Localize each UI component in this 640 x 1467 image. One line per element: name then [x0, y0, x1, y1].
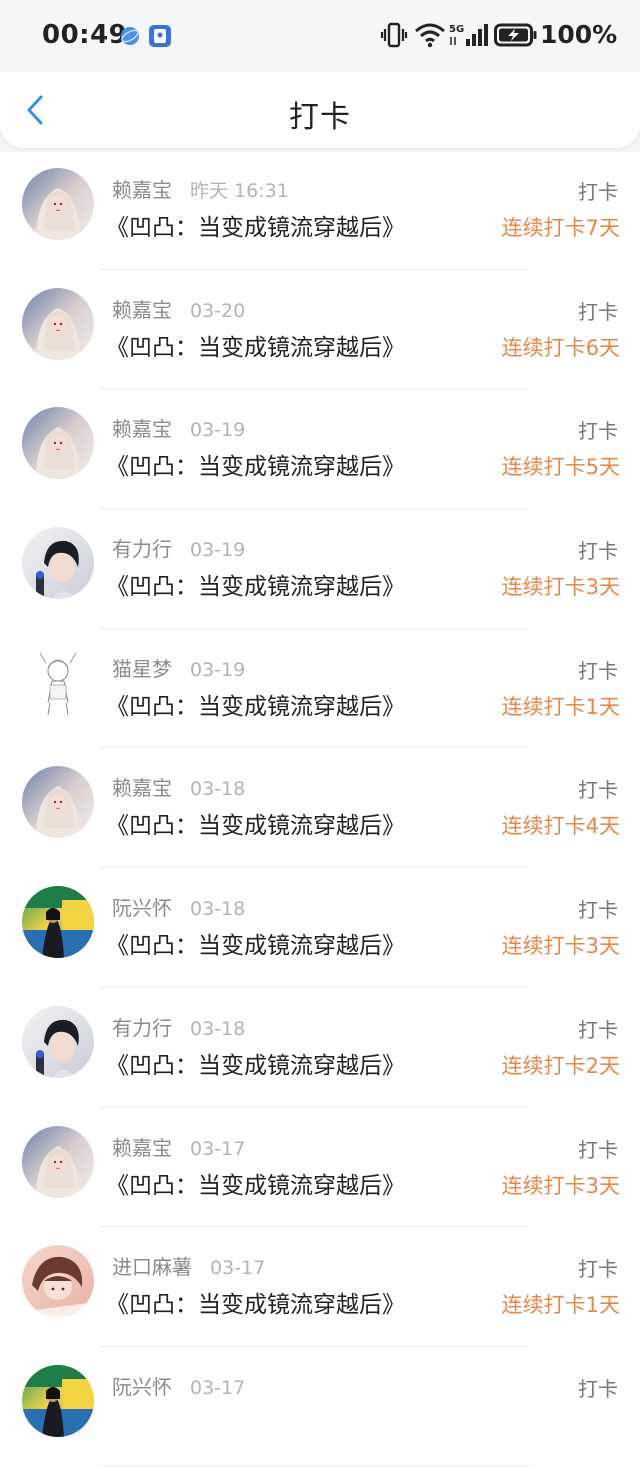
avatar[interactable]	[22, 766, 94, 839]
checkin-list-item[interactable]: 赖嘉宝 03-18 《凹凸：当变成镜流穿越后》 打卡 连续打卡4天	[0, 748, 640, 869]
book-title[interactable]: 《凹凸：当变成镜流穿越后》	[106, 1166, 405, 1200]
checkin-list-item[interactable]: 有力行 03-19 《凹凸：当变成镜流穿越后》 打卡 连续打卡3天	[0, 509, 640, 629]
user-name: 有力行 03-18	[112, 1012, 245, 1041]
avatar[interactable]	[22, 1364, 94, 1437]
user-name-text: 进口麻薯	[112, 1255, 192, 1280]
action-label: 打卡	[578, 1376, 618, 1401]
streak-label: 连续打卡6天	[501, 335, 620, 360]
checkin-date: 03-17	[190, 1137, 246, 1160]
avatar[interactable]	[22, 1005, 94, 1078]
action-label: 打卡	[578, 299, 618, 324]
user-name-text: 赖嘉宝	[112, 1135, 172, 1160]
avatar[interactable]	[22, 527, 94, 600]
user-name-text: 赖嘉宝	[112, 297, 172, 322]
checkin-list-item[interactable]: 阮兴怀 03-17 打卡	[0, 1347, 640, 1467]
header: 打卡	[0, 72, 640, 148]
user-name-text: 赖嘉宝	[112, 776, 172, 801]
user-name: 进口麻薯 03-17	[112, 1251, 265, 1280]
svg-text:5G: 5G	[449, 24, 464, 35]
user-name-text: 猫星梦	[112, 656, 172, 681]
streak-label: 连续打卡1天	[501, 1293, 620, 1318]
user-name: 赖嘉宝 03-17	[112, 1132, 245, 1161]
page-title: 打卡	[289, 100, 351, 135]
streak-label: 连续打卡7天	[501, 216, 620, 240]
book-title[interactable]: 《凹凸：当变成镜流穿越后》	[106, 328, 405, 362]
book-title[interactable]: 《凹凸：当变成镜流穿越后》	[106, 687, 405, 721]
checkin-list-item[interactable]: 赖嘉宝 03-19 《凹凸：当变成镜流穿越后》 打卡 连续打卡5天	[0, 389, 640, 510]
checkin-list-item[interactable]: 阮兴怀 03-18 《凹凸：当变成镜流穿越后》 打卡 连续打卡3天	[0, 868, 640, 988]
user-name-text: 赖嘉宝	[112, 417, 172, 442]
user-name: 赖嘉宝 03-20	[112, 294, 245, 323]
streak-label: 连续打卡2天	[501, 1053, 620, 1078]
avatar[interactable]	[22, 886, 94, 959]
checkin-list-item[interactable]: 赖嘉宝 03-17 《凹凸：当变成镜流穿越后》 打卡 连续打卡3天	[0, 1108, 640, 1228]
battery-percent: 100%	[540, 20, 618, 49]
avatar[interactable]	[22, 1125, 94, 1198]
action-label: 打卡	[578, 1257, 618, 1282]
book-title[interactable]: 《凹凸：当变成镜流穿越后》	[106, 1046, 405, 1080]
action-label: 打卡	[578, 419, 618, 444]
action-label: 打卡	[578, 1137, 618, 1162]
checkin-list: 赖嘉宝 昨天 16:31 《凹凸：当变成镜流穿越后》 打卡 连续打卡7天 赖嘉宝 0…	[0, 150, 640, 1467]
cellular-signal-icon: 5G	[449, 24, 488, 46]
streak-label: 连续打卡3天	[501, 934, 620, 959]
divider	[100, 1465, 530, 1467]
checkin-list-item[interactable]: 有力行 03-18 《凹凸：当变成镜流穿越后》 打卡 连续打卡2天	[0, 988, 640, 1108]
checkin-date: 03-20	[190, 299, 246, 322]
avatar[interactable]	[22, 407, 94, 480]
security-app-icon	[149, 25, 171, 47]
battery-icon	[494, 23, 537, 47]
streak-label: 连续打卡3天	[501, 575, 620, 600]
checkin-date: 03-19	[190, 419, 246, 442]
book-title[interactable]: 《凹凸：当变成镜流穿越后》	[106, 567, 405, 601]
checkin-date: 昨天 16:31	[190, 180, 289, 202]
wifi-icon	[415, 23, 445, 48]
book-title[interactable]: 《凹凸：当变成镜流穿越后》	[106, 208, 405, 242]
checkin-list-item[interactable]: 赖嘉宝 昨天 16:31 《凹凸：当变成镜流穿越后》 打卡 连续打卡7天	[0, 150, 640, 270]
user-name: 阮兴怀 03-18	[112, 892, 245, 921]
checkin-date: 03-17	[210, 1257, 266, 1280]
checkin-date: 03-19	[190, 658, 246, 681]
book-title[interactable]: 《凹凸：当变成镜流穿越后》	[106, 447, 405, 481]
streak-label: 连续打卡4天	[501, 814, 620, 839]
checkin-list-item[interactable]: 猫星梦 03-19 《凹凸：当变成镜流穿越后》 打卡 连续打卡1天	[0, 629, 640, 749]
action-label: 打卡	[578, 658, 618, 683]
avatar[interactable]	[22, 287, 94, 360]
action-label: 打卡	[578, 1017, 618, 1042]
avatar[interactable]	[22, 646, 94, 719]
streak-label: 连续打卡1天	[501, 694, 620, 719]
book-title[interactable]: 《凹凸：当变成镜流穿越后》	[106, 926, 405, 960]
user-name-text: 阮兴怀	[112, 896, 172, 921]
avatar[interactable]	[22, 168, 94, 240]
book-title[interactable]: 《凹凸：当变成镜流穿越后》	[106, 806, 405, 840]
streak-label: 连续打卡5天	[501, 455, 620, 480]
user-name: 阮兴怀 03-17	[112, 1371, 245, 1400]
user-name: 赖嘉宝 昨天 16:31	[112, 174, 289, 203]
user-name-text: 赖嘉宝	[112, 178, 172, 202]
status-bar: 00:49 5G 100%	[0, 0, 640, 72]
user-name: 赖嘉宝 03-18	[112, 772, 245, 801]
user-name: 猫星梦 03-19	[112, 653, 245, 682]
browser-icon	[121, 27, 139, 45]
user-name-text: 有力行	[112, 1015, 172, 1040]
action-label: 打卡	[578, 539, 618, 564]
checkin-date: 03-18	[190, 778, 246, 801]
avatar[interactable]	[22, 1245, 94, 1318]
action-label: 打卡	[578, 898, 618, 923]
action-label: 打卡	[578, 180, 618, 204]
user-name: 赖嘉宝 03-19	[112, 413, 245, 442]
user-name: 有力行 03-19	[112, 533, 245, 562]
checkin-date: 03-19	[190, 539, 246, 562]
vibrate-icon	[380, 22, 408, 48]
checkin-date: 03-18	[190, 898, 246, 921]
action-label: 打卡	[578, 778, 618, 803]
book-title[interactable]: 《凹凸：当变成镜流穿越后》	[106, 1285, 405, 1319]
checkin-list-item[interactable]: 进口麻薯 03-17 《凹凸：当变成镜流穿越后》 打卡 连续打卡1天	[0, 1227, 640, 1347]
checkin-list-item[interactable]: 赖嘉宝 03-20 《凹凸：当变成镜流穿越后》 打卡 连续打卡6天	[0, 270, 640, 390]
checkin-date: 03-18	[190, 1017, 246, 1040]
status-time: 00:49	[42, 20, 128, 50]
checkin-date: 03-17	[190, 1376, 246, 1399]
user-name-text: 有力行	[112, 537, 172, 562]
streak-label: 连续打卡3天	[501, 1173, 620, 1198]
